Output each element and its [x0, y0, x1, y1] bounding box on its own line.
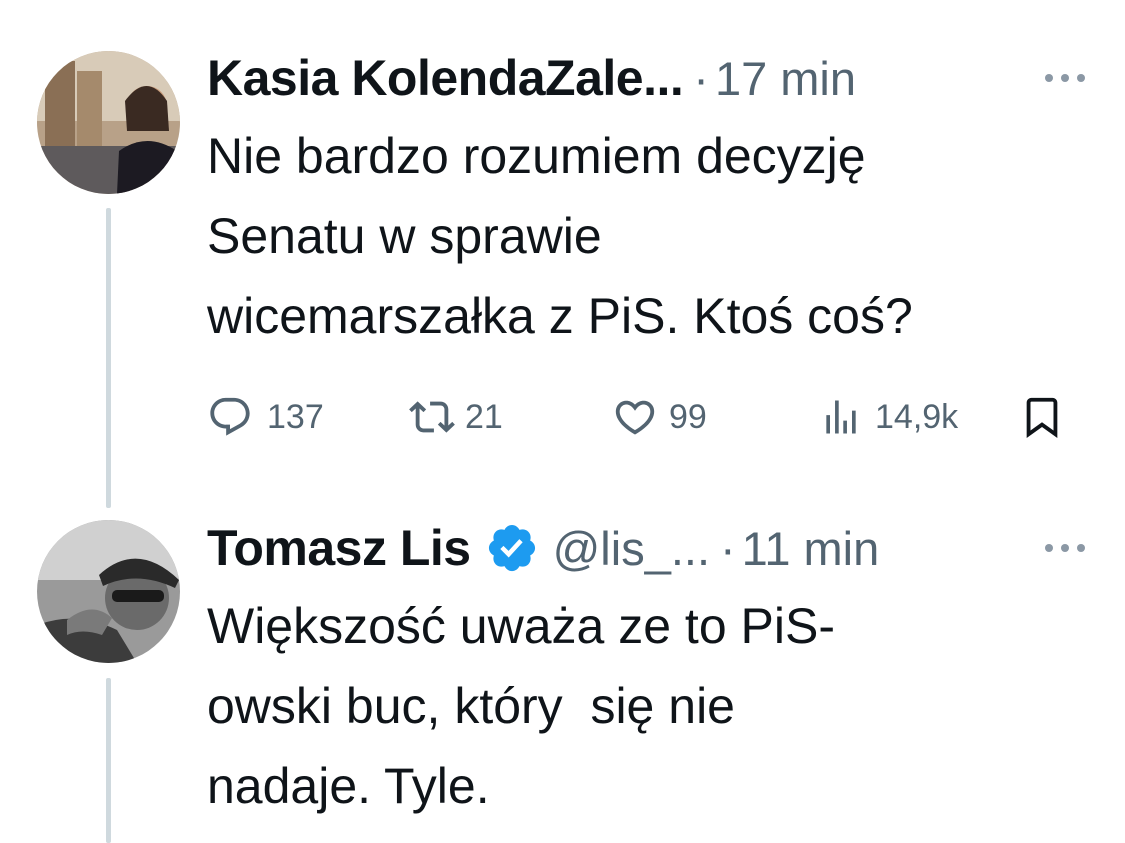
timestamp[interactable]: 11 min	[742, 521, 880, 576]
tweet-header: Kasia KolendaZale... · 17 min	[207, 48, 1125, 108]
repost-icon	[407, 394, 457, 440]
more-icon[interactable]	[1045, 543, 1085, 553]
separator-dot: ·	[720, 521, 736, 575]
like-button[interactable]: 99	[611, 392, 707, 442]
timestamp[interactable]: 17 min	[715, 51, 856, 106]
author-handle[interactable]: @lis_...	[553, 521, 710, 576]
tweet-text-line: Senatu w sprawie	[207, 208, 602, 264]
tweet-header: Tomasz Lis @lis_... · 11 min	[207, 518, 1125, 578]
verified-badge-icon	[485, 521, 539, 575]
thread-connector-line	[106, 678, 111, 843]
repost-count: 21	[465, 397, 503, 436]
tweet-text: Większość uważa ze to PiS- owski buc, kt…	[207, 586, 1097, 826]
bookmark-icon	[1019, 393, 1065, 441]
author-name[interactable]: Tomasz Lis	[207, 519, 471, 577]
author-name[interactable]: Kasia KolendaZale...	[207, 49, 684, 107]
like-count: 99	[669, 397, 707, 436]
separator-dot: ·	[693, 51, 709, 105]
reply-button[interactable]: 137	[207, 392, 324, 442]
avatar-tomasz-lis[interactable]	[37, 520, 180, 663]
views-button[interactable]: 14,9k	[819, 392, 958, 442]
tweet-2[interactable]: Tomasz Lis @lis_... · 11 min Większość u…	[207, 518, 1125, 826]
more-icon[interactable]	[1045, 73, 1085, 83]
tweet-text-line: nadaje. Tyle.	[207, 758, 490, 814]
views-icon	[819, 394, 863, 440]
views-count: 14,9k	[875, 397, 959, 436]
like-icon	[611, 394, 659, 440]
bookmark-button[interactable]	[1019, 392, 1065, 442]
tweet-text: Nie bardzo rozumiem decyzję Senatu w spr…	[207, 116, 1097, 356]
reply-thread: Kasia KolendaZale... · 17 min Nie bardzo…	[0, 0, 1125, 843]
tweet-text-line: wicemarszałka z PiS. Ktoś coś?	[207, 288, 913, 344]
tweet-actions-bar: 137 21 99 14,9k	[207, 392, 1087, 442]
tweet-text-line: Większość uważa ze to PiS-	[207, 598, 835, 654]
repost-button[interactable]: 21	[407, 392, 503, 442]
thread-connector-line	[106, 208, 111, 508]
tweet-1[interactable]: Kasia KolendaZale... · 17 min Nie bardzo…	[207, 48, 1125, 356]
avatar-kasia[interactable]	[37, 51, 180, 194]
tweet-text-line: Nie bardzo rozumiem decyzję	[207, 128, 866, 184]
tweet-text-line: owski buc, który się nie	[207, 678, 735, 734]
reply-icon	[207, 394, 253, 440]
reply-count: 137	[267, 397, 324, 436]
